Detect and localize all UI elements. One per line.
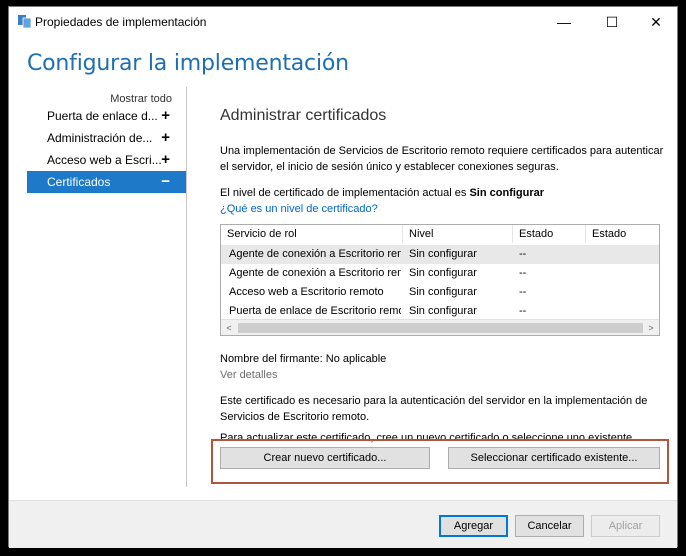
create-certificate-button[interactable]: Crear nuevo certificado... (220, 447, 430, 469)
level-prefix: El nivel de certificado de implementació… (220, 187, 470, 199)
window-title: Propiedades de implementación (35, 15, 207, 29)
expand-icon: + (161, 151, 170, 168)
section-title: Administrar certificados (220, 107, 387, 124)
sidebar-item-web-access[interactable]: Acceso web a Escri... + (27, 149, 186, 171)
close-button[interactable]: ✕ (633, 7, 679, 37)
sidebar-item-licensing[interactable]: Administración de... + (27, 127, 186, 149)
nav-divider (186, 87, 187, 487)
sidebar-item-gateway[interactable]: Puerta de enlace d... + (27, 105, 186, 127)
certificate-note: Este certificado es necesario para la au… (220, 395, 648, 423)
cell-status: -- (519, 267, 527, 279)
column-header-status-2[interactable]: Estado (586, 225, 659, 243)
apply-button[interactable]: Aplicar (591, 515, 660, 537)
cancel-button[interactable]: Cancelar (515, 515, 584, 537)
cell-level: Sin configurar (409, 267, 477, 279)
deployment-properties-dialog: Propiedades de implementación — ☐ ✕ Conf… (8, 6, 678, 548)
page-heading: Configurar la implementación (27, 51, 349, 76)
level-value: Sin configurar (469, 187, 545, 199)
sidebar-item-label: Administración de... (47, 131, 153, 145)
cell-role: Puerta de enlace de Escritorio remo (229, 305, 401, 317)
cell-role: Agente de conexión a Escritorio ren (229, 248, 401, 260)
minimize-button[interactable]: — (541, 7, 587, 37)
cell-role: Acceso web a Escritorio remoto (229, 286, 384, 298)
server-manager-icon (18, 15, 32, 29)
sidebar-item-label: Acceso web a Escri... (47, 153, 162, 167)
cell-level: Sin configurar (409, 286, 477, 298)
select-certificate-button[interactable]: Seleccionar certificado existente... (448, 447, 660, 469)
scrollbar-thumb[interactable] (238, 323, 643, 333)
cell-status: -- (519, 286, 527, 298)
table-row[interactable]: Agente de conexión a Escritorio ren Sin … (221, 264, 659, 283)
scroll-right-icon[interactable]: > (644, 321, 658, 335)
sidebar-item-label: Puerta de enlace d... (47, 109, 158, 123)
cell-level: Sin configurar (409, 248, 477, 260)
sidebar-nav: Mostrar todo Puerta de enlace d... + Adm… (27, 87, 186, 487)
view-details-link[interactable]: Ver detalles (220, 369, 277, 381)
role-services-table: Servicio de rol Nivel Estado Estado Agen… (220, 224, 660, 336)
column-header-level[interactable]: Nivel (403, 225, 513, 243)
section-description: Una implementación de Servicios de Escri… (220, 145, 664, 173)
column-header-status[interactable]: Estado (513, 225, 586, 243)
certificate-level-help-link[interactable]: ¿Qué es un nivel de certificado? (220, 203, 378, 215)
cell-role: Agente de conexión a Escritorio ren (229, 267, 401, 279)
title-bar: Propiedades de implementación — ☐ ✕ (9, 7, 677, 37)
add-button[interactable]: Agregar (439, 515, 508, 537)
expand-icon: + (161, 129, 170, 146)
table-row[interactable]: Acceso web a Escritorio remoto Sin confi… (221, 283, 659, 302)
collapse-icon: − (161, 173, 170, 190)
cell-status: -- (519, 305, 527, 317)
column-header-role[interactable]: Servicio de rol (221, 225, 403, 243)
horizontal-scrollbar[interactable]: < > (221, 319, 659, 335)
sidebar-item-label: Certificados (47, 175, 111, 189)
scroll-left-icon[interactable]: < (222, 321, 236, 335)
signer-name: Nombre del firmante: No aplicable (220, 353, 387, 365)
show-all-link[interactable]: Mostrar todo (110, 93, 172, 105)
maximize-button[interactable]: ☐ (589, 7, 635, 37)
certificate-level-text: El nivel de certificado de implementació… (220, 187, 544, 199)
sidebar-item-certificates[interactable]: Certificados − (27, 171, 186, 193)
table-row[interactable]: Agente de conexión a Escritorio ren Sin … (221, 245, 659, 264)
expand-icon: + (161, 107, 170, 124)
cell-level: Sin configurar (409, 305, 477, 317)
cell-status: -- (519, 248, 527, 260)
